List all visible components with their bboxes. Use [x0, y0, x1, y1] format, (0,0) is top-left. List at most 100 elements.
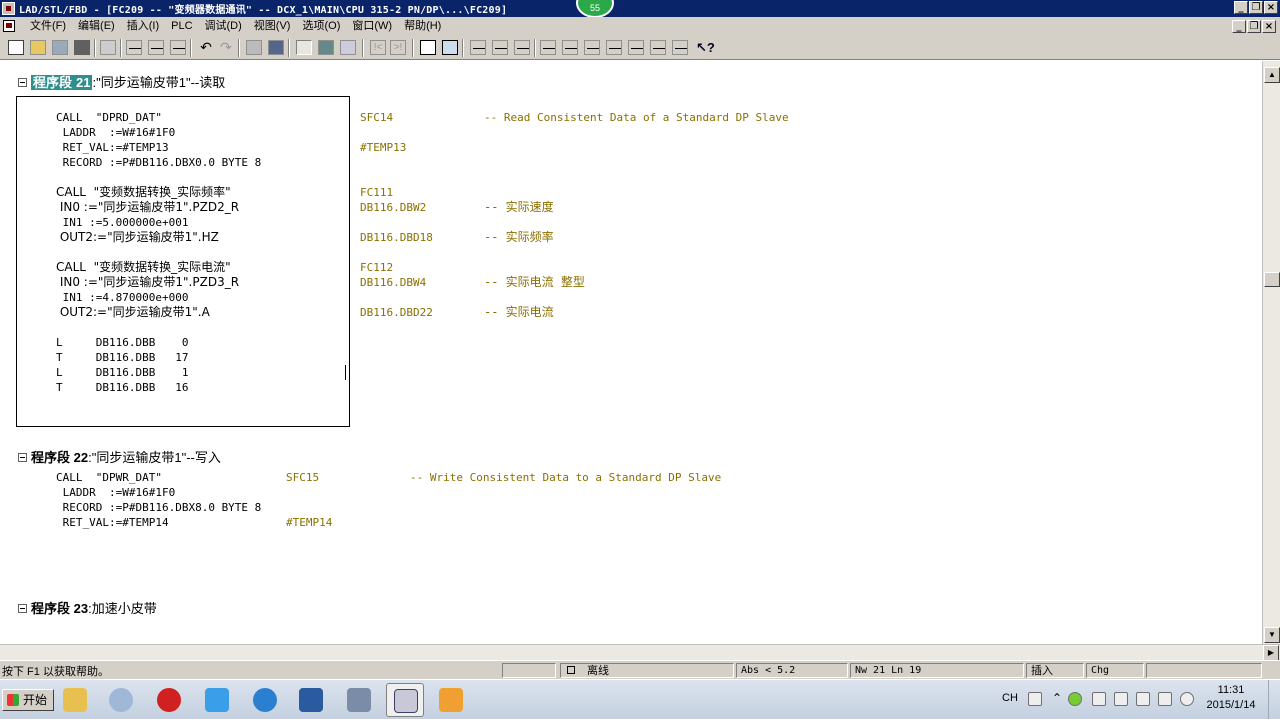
branch-icon[interactable]	[492, 40, 508, 55]
scroll-down-icon[interactable]: ▼	[1264, 627, 1280, 643]
doc-minimize-icon[interactable]: _	[1232, 20, 1246, 33]
copy-icon[interactable]	[148, 40, 164, 55]
code-line[interactable]: RECORD :=P#DB116.DBX0.0 BYTE 8	[56, 156, 262, 170]
next-network-icon[interactable]: >!	[390, 40, 406, 55]
help-pointer-icon[interactable]: ↖?	[696, 40, 715, 55]
menu-plc[interactable]: PLC	[165, 19, 198, 33]
download-icon[interactable]	[52, 40, 68, 55]
menu-file[interactable]: 文件(F)	[24, 19, 72, 33]
menu-edit[interactable]: 编辑(E)	[72, 19, 121, 33]
code-line[interactable]: CALL "DPWR_DAT"	[56, 471, 162, 485]
taskbar-app-red[interactable]	[150, 683, 188, 717]
code-line[interactable]: IN0 :="同步运输皮带1".PZD3_R	[56, 275, 239, 289]
code-line[interactable]: OUT2:="同步运输皮带1".HZ	[56, 230, 219, 244]
usb-icon[interactable]	[1136, 692, 1150, 706]
scroll-right-icon[interactable]: ▶	[1263, 645, 1279, 661]
network-21-header[interactable]: 程序段 21:"同步运输皮带1"--读取	[18, 72, 225, 91]
code-line[interactable]: CALL "变频数据转换_实际电流"	[56, 260, 231, 274]
taskbar-explorer[interactable]	[56, 683, 94, 717]
network-icon[interactable]	[318, 40, 334, 55]
code-line[interactable]: CALL "DPRD_DAT"	[56, 111, 162, 125]
scroll-thumb[interactable]	[1264, 272, 1280, 287]
open-icon[interactable]	[30, 40, 46, 55]
menu-options[interactable]: 选项(O)	[296, 19, 346, 33]
app-icon[interactable]	[2, 2, 15, 15]
notification-badge[interactable]: 55	[576, 0, 614, 18]
document-icon[interactable]	[3, 20, 15, 32]
code-line[interactable]: T DB116.DBB 16	[56, 381, 188, 395]
close-branch-icon[interactable]	[650, 40, 666, 55]
code-line[interactable]: L DB116.DBB 0	[56, 336, 188, 350]
collapse-icon[interactable]	[18, 453, 27, 462]
contact-nc-icon[interactable]	[562, 40, 578, 55]
overview-icon[interactable]	[420, 40, 436, 55]
minimize-icon[interactable]: _	[1234, 1, 1248, 14]
new-icon[interactable]	[8, 40, 24, 55]
block-icon[interactable]	[340, 40, 356, 55]
clock[interactable]: 11:31 2015/1/14	[1200, 683, 1262, 713]
scroll-up-icon[interactable]: ▲	[1264, 67, 1280, 83]
coil-icon[interactable]	[584, 40, 600, 55]
network-23-header[interactable]: 程序段 23:加速小皮带	[18, 598, 157, 617]
code-line[interactable]: RET_VAL:=#TEMP13	[56, 141, 169, 155]
menu-debug[interactable]: 调试(D)	[199, 19, 248, 33]
taskbar-app-cloud[interactable]	[198, 683, 236, 717]
doc-restore-icon[interactable]: ❐	[1247, 20, 1261, 33]
taskbar-lad-stl-fbd[interactable]	[386, 683, 424, 717]
parallel-icon[interactable]	[514, 40, 530, 55]
compare-icon[interactable]	[246, 40, 262, 55]
title-bar[interactable]: LAD/STL/FBD - [FC209 -- "变频器数据通讯" -- DCX…	[0, 0, 1280, 18]
doc-close-icon[interactable]: ×	[1262, 20, 1276, 33]
collapse-icon[interactable]	[18, 78, 27, 87]
code-line[interactable]: LADDR :=W#16#1F0	[56, 486, 176, 500]
connect-icon[interactable]	[672, 40, 688, 55]
code-line[interactable]: LADDR :=W#16#1F0	[56, 126, 176, 140]
contact-no-icon[interactable]	[540, 40, 556, 55]
menu-insert[interactable]: 插入(I)	[121, 19, 165, 33]
code-line[interactable]: CALL "变频数据转换_实际频率"	[56, 185, 231, 199]
collapse-icon[interactable]	[18, 604, 27, 613]
display-icon[interactable]	[1114, 692, 1128, 706]
redo-icon[interactable]: ↷	[218, 40, 234, 55]
code-line[interactable]: RET_VAL:=#TEMP14	[56, 516, 169, 530]
menu-view[interactable]: 视图(V)	[248, 19, 297, 33]
monitor-icon[interactable]	[296, 40, 312, 55]
vertical-scrollbar[interactable]: ▲ ▼	[1262, 61, 1280, 644]
print-icon[interactable]	[100, 40, 116, 55]
stl-editor[interactable]: 程序段 21:"同步运输皮带1"--读取 CALL "DPRD_DAT" LADD…	[0, 61, 1262, 644]
code-line[interactable]: L DB116.DBB 1	[56, 366, 188, 380]
horizontal-scrollbar[interactable]: ▶	[0, 644, 1280, 661]
start-button[interactable]: 开始	[2, 689, 55, 711]
volume-icon[interactable]	[1180, 692, 1194, 706]
paste-icon[interactable]	[170, 40, 186, 55]
keyboard-icon[interactable]	[1028, 692, 1042, 706]
save-icon[interactable]	[74, 40, 90, 55]
network-22-header[interactable]: 程序段 22:"同步运输皮带1"--写入	[18, 447, 221, 466]
taskbar-app-s[interactable]	[246, 683, 284, 717]
network-tray-icon[interactable]	[1158, 692, 1172, 706]
code-line[interactable]: OUT2:="同步运输皮带1".A	[56, 305, 210, 319]
taskbar-simatic-manager[interactable]	[340, 683, 378, 717]
open-branch-icon[interactable]	[628, 40, 644, 55]
taskbar-browser[interactable]	[102, 683, 140, 717]
code-line[interactable]: RECORD :=P#DB116.DBX8.0 BYTE 8	[56, 501, 262, 515]
plc-upload-icon[interactable]	[268, 40, 284, 55]
box-icon[interactable]	[606, 40, 622, 55]
menu-help[interactable]: 帮助(H)	[398, 19, 447, 33]
code-line[interactable]: IN1 :=4.870000e+000	[56, 291, 189, 305]
undo-icon[interactable]: ↶	[198, 40, 214, 55]
prev-network-icon[interactable]: !<	[370, 40, 386, 55]
restore-icon[interactable]: ❐	[1249, 1, 1263, 14]
taskbar-app-film[interactable]	[292, 683, 330, 717]
code-line[interactable]: IN1 :=5.000000e+001	[56, 216, 189, 230]
close-icon[interactable]: ×	[1264, 1, 1278, 14]
cut-icon[interactable]	[126, 40, 142, 55]
flag-icon[interactable]	[1092, 692, 1106, 706]
security-icon[interactable]	[1068, 692, 1082, 706]
input-language[interactable]: CH	[1002, 692, 1018, 704]
new-network-icon[interactable]	[470, 40, 486, 55]
details-icon[interactable]	[442, 40, 458, 55]
show-desktop-button[interactable]	[1268, 680, 1280, 719]
menu-window[interactable]: 窗口(W)	[346, 19, 398, 33]
tray-expand-icon[interactable]: ⌃	[1052, 691, 1062, 705]
